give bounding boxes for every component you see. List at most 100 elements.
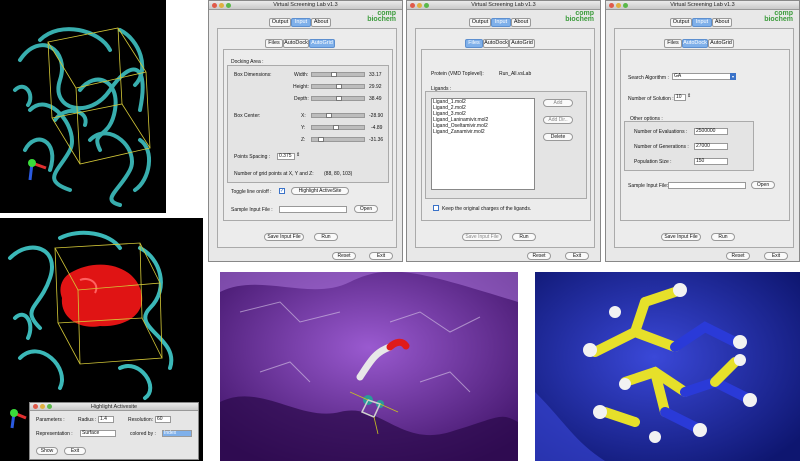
reset-button[interactable]: Reset: [332, 252, 356, 260]
protein-value: Run_All.vsLab: [499, 71, 532, 77]
radius-label: Radius :: [78, 417, 97, 423]
tab-files[interactable]: Files: [664, 39, 682, 48]
resolution-field[interactable]: 60: [155, 416, 171, 423]
sample-input-field[interactable]: [279, 206, 347, 213]
tab-input[interactable]: Input: [491, 18, 511, 27]
radius-field[interactable]: 1.4: [98, 416, 114, 423]
tab-autodock[interactable]: AutoDock: [283, 39, 309, 48]
slider-knob[interactable]: [318, 137, 324, 142]
spinner-icon[interactable]: ⇕: [687, 93, 691, 99]
points-spacing-field[interactable]: 0.375: [277, 153, 295, 160]
window-files: Virtual Screening Lab v1.3 comp biochem O…: [406, 0, 601, 262]
keep-charges-label: Keep the original charges of the ligands…: [442, 206, 532, 212]
dialog-titlebar: Highlight Activesite: [30, 403, 198, 411]
add-button[interactable]: Add: [543, 99, 573, 107]
ligands-label: Ligands :: [431, 86, 452, 92]
box-center-label: Box Center:: [234, 113, 261, 119]
tab-input[interactable]: Input: [291, 18, 311, 27]
tab-input[interactable]: Input: [692, 18, 712, 27]
tab-autodock[interactable]: AutoDock: [682, 39, 708, 48]
protein-ribbon-render: [13, 27, 152, 207]
tab-output[interactable]: Output: [469, 18, 491, 27]
open-button[interactable]: Open: [751, 181, 775, 189]
save-input-file-button[interactable]: Save Input File: [462, 233, 502, 241]
dialog-exit-button[interactable]: Exit: [64, 447, 86, 455]
z-slider[interactable]: [311, 137, 365, 142]
dropdown-arrow-icon[interactable]: ▾: [730, 73, 736, 80]
slider-knob[interactable]: [331, 72, 337, 77]
sample-input-label: Sample Input File :: [231, 207, 273, 213]
num-solution-field[interactable]: 10: [674, 94, 686, 101]
x-label: X:: [301, 113, 306, 119]
tab-output[interactable]: Output: [670, 18, 692, 27]
spinner-icon[interactable]: ⇕: [296, 152, 300, 158]
logo-line2: biochem: [367, 16, 396, 23]
x-value: -28.90: [369, 113, 384, 119]
tab-files[interactable]: Files: [465, 39, 483, 48]
save-input-file-button[interactable]: Save Input File: [264, 233, 304, 241]
ligands-listbox[interactable]: Ligand_1.mol2 Ligand_2.mol2 Ligand_3.mol…: [431, 98, 535, 190]
width-slider[interactable]: [311, 72, 365, 77]
highlight-activesite-dialog: Highlight Activesite Parameters : Radius…: [29, 402, 199, 460]
slider-knob[interactable]: [336, 96, 342, 101]
ligand-closeup-view: [535, 272, 800, 461]
evaluations-label: Number of Evaluations :: [634, 129, 688, 135]
logo-line2: biochem: [764, 16, 793, 23]
y-slider[interactable]: [311, 125, 365, 130]
box-dimensions-label: Box Dimensions:: [234, 72, 272, 78]
run-button[interactable]: Run: [512, 233, 536, 241]
resolution-label: Resolution:: [128, 417, 154, 423]
window-title: Virtual Screening Lab v1.3: [670, 2, 735, 8]
tab-files[interactable]: Files: [265, 39, 283, 48]
compbiochem-logo: comp biochem: [764, 10, 793, 23]
generations-field[interactable]: 27000: [694, 143, 728, 150]
tab-about[interactable]: About: [511, 18, 531, 27]
compbiochem-logo: comp biochem: [367, 10, 396, 23]
tab-autogrid[interactable]: AutoGrid: [509, 39, 535, 48]
reset-button[interactable]: Reset: [527, 252, 551, 260]
colored-by-label: colored by :: [130, 431, 156, 437]
run-button[interactable]: Run: [314, 233, 338, 241]
add-dir-button[interactable]: Add Dir..: [543, 116, 573, 124]
ligand-sticks-render: [535, 272, 800, 461]
save-input-file-button[interactable]: Save Input File: [661, 233, 701, 241]
slider-knob[interactable]: [326, 113, 332, 118]
list-item[interactable]: Ligand_Zanamivir.mol2: [432, 129, 534, 135]
depth-slider[interactable]: [311, 96, 365, 101]
height-slider[interactable]: [311, 84, 365, 89]
y-value: -4.89: [371, 125, 383, 131]
colored-by-select[interactable]: Index: [162, 430, 192, 437]
delete-button[interactable]: Delete: [543, 133, 573, 141]
exit-button[interactable]: Exit: [764, 252, 788, 260]
run-button[interactable]: Run: [711, 233, 735, 241]
representation-select[interactable]: Surface: [80, 430, 116, 437]
x-slider[interactable]: [311, 113, 365, 118]
population-field[interactable]: 150: [694, 158, 728, 165]
highlight-activesite-button[interactable]: Highlight ActiveSite: [291, 187, 349, 195]
other-options-label: Other options :: [630, 116, 663, 122]
tab-autogrid[interactable]: AutoGrid: [309, 39, 335, 48]
compbiochem-logo: comp biochem: [565, 10, 594, 23]
tab-autogrid[interactable]: AutoGrid: [708, 39, 734, 48]
tab-autodock[interactable]: AutoDock: [483, 39, 509, 48]
show-button[interactable]: Show: [36, 447, 58, 455]
tab-about[interactable]: About: [712, 18, 732, 27]
y-label: Y:: [301, 125, 306, 131]
exit-button[interactable]: Exit: [369, 252, 393, 260]
toggle-line-checkbox[interactable]: ✓: [279, 188, 285, 194]
tab-about[interactable]: About: [311, 18, 331, 27]
sample-input-field[interactable]: [668, 182, 746, 189]
reset-button[interactable]: Reset: [726, 252, 750, 260]
evaluations-field[interactable]: 2500000: [694, 128, 728, 135]
search-algorithm-select[interactable]: GA: [672, 73, 736, 80]
window-titlebar: Virtual Screening Lab v1.3: [407, 1, 600, 10]
slider-knob[interactable]: [333, 125, 339, 130]
open-button[interactable]: Open: [354, 205, 378, 213]
exit-button[interactable]: Exit: [565, 252, 589, 260]
depth-value: 38.49: [369, 96, 382, 102]
parameters-label: Parameters :: [36, 417, 65, 423]
slider-knob[interactable]: [336, 84, 342, 89]
keep-charges-checkbox[interactable]: [433, 205, 439, 211]
docking-pose-view: [220, 272, 518, 461]
tab-output[interactable]: Output: [269, 18, 291, 27]
